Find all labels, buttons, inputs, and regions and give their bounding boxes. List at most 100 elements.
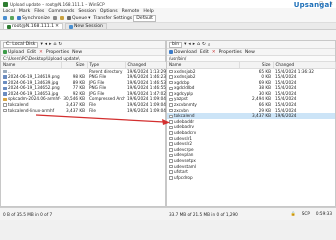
menu-commands[interactable]: Commands	[48, 9, 74, 14]
transfer-settings-label: Transfer Settings	[93, 15, 133, 21]
remote-panel-toolbar: bin ▾ ◂ ▸ ⌂ ↻ ⌕	[167, 41, 335, 49]
file-name: tokcalend	[8, 102, 29, 108]
remote-folder-select[interactable]: bin	[169, 41, 183, 48]
image-file-icon	[3, 80, 7, 85]
watermark-logo: Upsangal	[294, 1, 332, 9]
folder-open-remote-icon[interactable]: ▾	[184, 42, 186, 47]
file-name: ..	[8, 68, 11, 74]
file-icon	[169, 131, 173, 135]
edit-remote-button[interactable]: Edit	[200, 50, 209, 55]
file-name: tokcalend-linux-armhf	[8, 107, 55, 113]
file-name: udevcrpe	[174, 146, 194, 152]
parent-folder-icon	[3, 69, 7, 74]
tab-session[interactable]: root@N.168.111.1 ✕	[3, 23, 63, 29]
queue-icon	[67, 16, 72, 20]
refresh-remote-icon[interactable]: ↻	[202, 42, 206, 47]
menu-session[interactable]: Session	[78, 9, 96, 14]
file-name: udevslr1	[174, 135, 193, 141]
queue-button[interactable]: Queue ▾	[67, 16, 90, 21]
remote-file-row[interactable]: ufpcdrop	[167, 175, 335, 181]
menu-help[interactable]: Help	[143, 9, 153, 14]
file-name: udebadrv	[174, 124, 194, 130]
remote-actions: Download Edit ✕ Properties New	[167, 49, 335, 56]
file-name: ufpcdrop	[174, 174, 193, 180]
file-name-cell: tokcalend-linux-armhf	[1, 108, 61, 114]
synchronize-icon	[17, 16, 21, 20]
delete-local-icon[interactable]: ✕	[39, 50, 43, 55]
menu-remote[interactable]: Remote	[122, 9, 140, 14]
console-icon[interactable]	[60, 16, 65, 20]
file-name: ufstart	[174, 169, 188, 175]
file-name: xgdcyplp	[174, 90, 194, 96]
file-name: zxcvbn	[174, 107, 189, 113]
refresh-icon[interactable]	[10, 16, 14, 20]
menu-files[interactable]: Files	[34, 9, 44, 14]
folder-open-icon[interactable]: ▾	[40, 42, 42, 47]
forward-icon[interactable]: ▸	[49, 42, 51, 47]
file-name: xgdcbp	[174, 79, 190, 85]
local-file-row[interactable]: tokcalend-linux-armhf 3,437 KB File 19/6/20…	[1, 108, 167, 114]
transfer-settings[interactable]: Transfer Settings Default	[93, 14, 156, 22]
back-remote-icon[interactable]: ◂	[188, 42, 190, 47]
forward-remote-icon[interactable]: ▸	[193, 42, 195, 47]
close-tab-icon[interactable]: ✕	[55, 24, 59, 29]
file-name: udevslr2	[174, 141, 193, 147]
title-bar: Upload update – root@N.168.111.1 – WinSC…	[0, 0, 336, 8]
file-icon	[169, 148, 173, 152]
file-type: File	[89, 107, 97, 113]
download-button[interactable]: Download	[169, 50, 197, 55]
new-remote-button[interactable]: New	[245, 50, 255, 55]
tab-session-label: root@N.168.111.1	[12, 24, 55, 29]
file-icon	[169, 114, 173, 118]
new-local-label: New	[72, 49, 83, 55]
upload-icon	[3, 50, 7, 54]
upload-button[interactable]: Upload	[3, 50, 24, 55]
file-icon	[169, 176, 173, 180]
file-icon	[169, 170, 173, 174]
tab-new-session[interactable]: New Session	[64, 23, 107, 29]
home-icon[interactable]: ⌂	[53, 42, 56, 47]
edit-local-button[interactable]: Edit	[27, 50, 36, 55]
file-name: zxcvbnmty	[174, 102, 197, 108]
file-name: tokcalend	[174, 113, 195, 119]
delete-remote-icon[interactable]: ✕	[212, 50, 216, 55]
remote-status: 33.7 MB of 21.5 MB in 0 of 1,290	[169, 211, 238, 217]
file-name: 2024-06-19_134653.jpg	[8, 90, 59, 96]
image-file-icon	[3, 92, 7, 96]
archive-file-icon	[3, 97, 7, 102]
refresh-local-icon[interactable]: ↻	[58, 42, 62, 47]
new-session-icon[interactable]	[3, 16, 7, 20]
status-bar: 0 B of 35.5 MB in 0 of 7 33.7 MB of 21.5…	[0, 207, 336, 220]
menu-options[interactable]: Options	[100, 9, 118, 14]
synchronize-button[interactable]: Synchronize	[17, 16, 50, 21]
file-changed: 19/6/2024 1:09:04 pm	[127, 107, 167, 113]
file-icon	[169, 75, 173, 79]
file-name: udebaddr	[174, 118, 195, 124]
new-local-button[interactable]: New	[72, 50, 82, 55]
file-icon	[169, 108, 173, 113]
properties-local-button[interactable]: Properties	[46, 50, 69, 55]
menu-mark[interactable]: Mark	[19, 9, 30, 14]
home-remote-icon[interactable]: ⌂	[197, 42, 200, 47]
file-name: udevsetpx	[174, 158, 196, 163]
session-tabs: root@N.168.111.1 ✕ New Session	[0, 23, 336, 30]
find-files-icon[interactable]: ⌕	[208, 42, 211, 48]
session-icon	[7, 24, 11, 29]
session-time: 0:59:33	[315, 211, 332, 216]
local-drive-select[interactable]: C: Local Disk	[3, 41, 39, 48]
properties-remote-label: Properties	[218, 49, 242, 55]
compare-icon[interactable]	[53, 16, 58, 20]
file-name: 2024-06-19_134619.png	[8, 74, 60, 80]
file-icon	[169, 159, 173, 163]
local-file-list: Name Size Type Changed .. Parent director…	[1, 62, 168, 113]
file-name: udebadcrv	[174, 130, 197, 136]
connection-info: 🔒 SCP 0:59:33	[291, 211, 336, 217]
properties-remote-button[interactable]: Properties	[219, 50, 242, 55]
back-icon[interactable]: ◂	[45, 42, 47, 47]
file-icon	[169, 80, 173, 85]
local-panel: C: Local Disk ▾ ◂ ▸ ⌂ ↻ Upload Edit ✕ Pr…	[0, 40, 168, 207]
transfer-settings-select[interactable]: Default	[133, 14, 156, 22]
new-session-tab-icon	[68, 24, 73, 29]
menu-local[interactable]: Local	[3, 9, 15, 14]
file-icon	[169, 142, 173, 146]
